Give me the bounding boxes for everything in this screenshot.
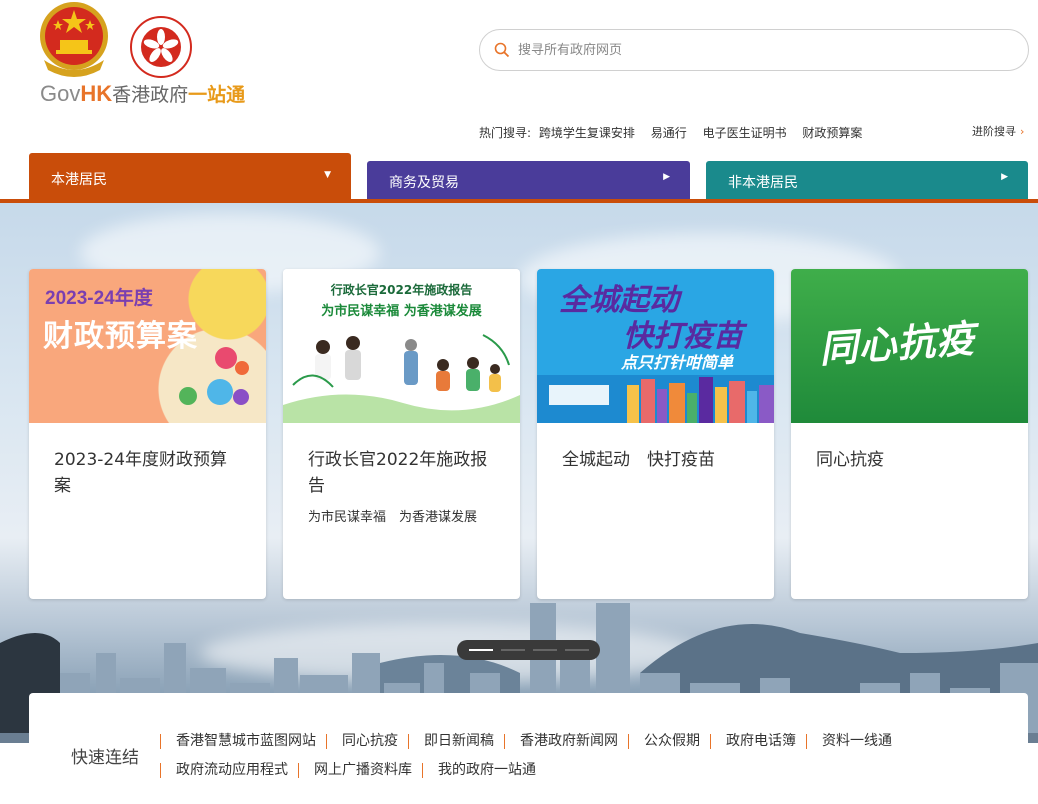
carousel-dot[interactable]	[533, 649, 557, 651]
brand-name-highlight: 一站通	[188, 84, 246, 106]
card-title: 行政长官2022年施政报告	[308, 450, 488, 496]
tab-label: 本港居民	[51, 172, 107, 188]
card-image-heading: 为市民谋幸福 为香港谋发展	[321, 304, 482, 319]
decorative-dot	[207, 379, 233, 405]
search-box[interactable]	[479, 29, 1029, 71]
quick-links-row: 政府流动应用程式 网上广播资料库 我的政府一站通	[160, 762, 546, 778]
quick-link[interactable]: 即日新闻稿	[408, 734, 504, 749]
quick-link[interactable]: 香港智慧城市蓝图网站	[160, 734, 326, 749]
card-image-heading: 同心抗疫	[817, 316, 977, 372]
brand-logo[interactable]: GovHK香港政府一站通	[40, 80, 245, 107]
page: GovHK香港政府一站通 热门搜寻: 跨境学生复课安排 易通行 电子医生证明书 …	[0, 0, 1038, 804]
search-input[interactable]	[518, 38, 998, 62]
advanced-search-label: 进阶搜寻	[972, 125, 1016, 138]
decorative-dot	[235, 361, 249, 375]
card-image-caption: 2023-24年度	[45, 288, 153, 309]
national-emblem-icon	[40, 2, 108, 77]
quick-link[interactable]: 政府电话簿	[710, 734, 806, 749]
card-image-policy-address: 行政长官2022年施政报告 为市民谋幸福 为香港谋发展	[283, 269, 520, 423]
card-title: 同心抗疫	[816, 450, 884, 470]
decorative-dot	[233, 389, 249, 405]
hot-search-link[interactable]: 易通行	[651, 126, 687, 140]
carousel-dot[interactable]	[501, 649, 525, 651]
carousel-dot[interactable]	[565, 649, 589, 651]
card-image-vaccine: 全城起动 快打疫苗 点只打针咁简单	[537, 269, 774, 423]
hot-search-label: 热门搜寻:	[479, 126, 532, 140]
brand-name: 香港政府	[112, 84, 189, 106]
news-card[interactable]: 行政长官2022年施政报告 为市民谋幸福 为香港谋发展 行政长官2022年施政报…	[283, 269, 520, 599]
hero-banner: 2023-24年度 财政预算案 2023-24年度财政预算案 行政长官2022年…	[0, 203, 1038, 743]
advanced-search-link[interactable]: 进阶搜寻 ›	[972, 123, 1024, 139]
chevron-right-icon: ▶	[1001, 172, 1008, 182]
hot-search-link[interactable]: 财政预算案	[802, 126, 862, 140]
tab-business[interactable]: 商务及贸易 ▶	[367, 161, 690, 199]
tab-non-residents[interactable]: 非本港居民 ▶	[706, 161, 1028, 199]
brand-hk: HK	[80, 81, 113, 106]
carousel-pagination	[457, 640, 600, 660]
card-image-budget: 2023-24年度 财政预算案	[29, 269, 266, 423]
quick-link[interactable]: 同心抗疫	[326, 734, 408, 749]
hot-search: 热门搜寻: 跨境学生复课安排 易通行 电子医生证明书 财政预算案	[479, 124, 874, 141]
hksar-emblem-icon	[130, 16, 192, 78]
hot-search-link[interactable]: 跨境学生复课安排	[539, 126, 635, 140]
card-title: 全城起动 快打疫苗	[562, 450, 715, 470]
news-card[interactable]: 同心抗疫 同心抗疫	[791, 269, 1028, 599]
quick-links-row: 香港智慧城市蓝图网站 同心抗疫 即日新闻稿 香港政府新闻网 公众假期 政府电话簿 资料一线通	[160, 733, 902, 749]
cityscape-illustration	[537, 375, 774, 423]
decorative-dot	[179, 387, 197, 405]
family-illustration	[283, 334, 520, 423]
quick-link[interactable]: 公众假期	[628, 734, 710, 749]
hot-search-link[interactable]: 电子医生证明书	[703, 126, 787, 140]
carousel-dot-active[interactable]	[469, 649, 493, 651]
card-image-caption: 点只打针咁简单	[621, 353, 734, 372]
tab-residents[interactable]: 本港居民 ▼	[29, 153, 351, 201]
tab-label: 非本港居民	[728, 175, 798, 191]
quick-link[interactable]: 香港政府新闻网	[504, 734, 628, 749]
tab-label: 商务及贸易	[389, 175, 459, 191]
chevron-down-icon: ▼	[324, 170, 331, 180]
news-card[interactable]: 全城起动 快打疫苗 点只打针咁简单 全城起动 快打疫苗	[537, 269, 774, 599]
chevron-right-icon: ▶	[663, 172, 670, 182]
card-image-anti-epidemic: 同心抗疫	[791, 269, 1028, 423]
brand-gov: Gov	[40, 81, 81, 106]
decorative-dot	[215, 347, 237, 369]
card-title: 2023-24年度财政预算案	[54, 450, 228, 496]
search-icon	[494, 42, 510, 58]
news-card[interactable]: 2023-24年度 财政预算案 2023-24年度财政预算案	[29, 269, 266, 599]
card-image-heading: 财政预算案	[43, 319, 198, 354]
quick-links-panel: 快速连结 香港智慧城市蓝图网站 同心抗疫 即日新闻稿 香港政府新闻网 公众假期 政府电话簿…	[29, 693, 1028, 804]
card-subtitle: 为市民谋幸福 为香港谋发展	[308, 510, 478, 525]
quick-link[interactable]: 网上广播资料库	[298, 763, 422, 778]
chevron-right-icon: ›	[1020, 125, 1025, 138]
card-image-caption: 行政长官2022年施政报告	[330, 283, 473, 297]
quick-link[interactable]: 资料一线通	[806, 734, 902, 749]
quick-link[interactable]: 政府流动应用程式	[160, 763, 298, 778]
quick-links-title: 快速连结	[71, 748, 139, 768]
quick-link[interactable]: 我的政府一站通	[422, 763, 546, 778]
